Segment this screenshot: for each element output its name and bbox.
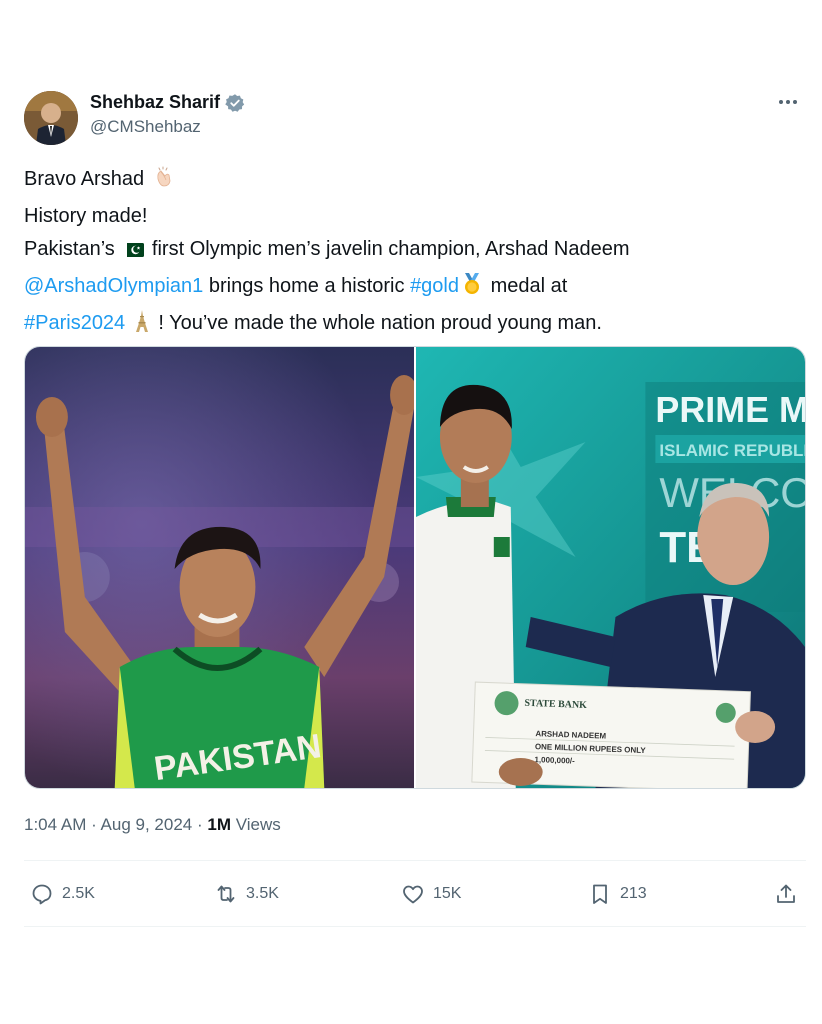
views-label: Views	[230, 815, 281, 834]
pakistan-flag-icon	[122, 237, 145, 270]
eiffel-tower-icon	[133, 309, 151, 344]
tweet-line-4: @ArshadOlympian1 brings home a historic …	[24, 270, 806, 307]
separator: ·	[86, 815, 101, 834]
heart-icon	[403, 885, 423, 904]
verified-badge-icon	[225, 93, 245, 113]
cheque-bank: STATE BANK	[524, 698, 587, 711]
author-names: Shehbaz Sharif @CMShehbaz	[90, 92, 245, 137]
tweet-time[interactable]: 1:04 AM	[24, 815, 86, 834]
share-button[interactable]	[774, 882, 798, 906]
repost-button[interactable]: 3.5K	[214, 882, 279, 906]
tweet: Shehbaz Sharif @CMShehbaz Bravo Arshad H…	[24, 88, 806, 927]
divider	[24, 860, 806, 861]
gold-medal-icon	[461, 272, 483, 307]
more-options-button[interactable]	[772, 90, 804, 114]
tweet-date[interactable]: Aug 9, 2024	[101, 815, 193, 834]
tweet-line-3: Pakistan’s first Olympic men’s javelin c…	[24, 233, 806, 270]
tweet-text-segment: Bravo Arshad	[24, 168, 145, 190]
photo-cheque-presentation[interactable]: PRIME MI ISLAMIC REPUBLIC WELCO TEA	[416, 347, 805, 788]
reply-count: 2.5K	[62, 885, 95, 902]
banner-line-2: ISLAMIC REPUBLIC	[659, 441, 805, 460]
tweet-actions: 2.5K 3.5K 15K 213	[24, 864, 806, 924]
author-display-name[interactable]: Shehbaz Sharif	[90, 92, 220, 113]
repost-icon	[217, 885, 235, 903]
mention-link[interactable]: @ArshadOlympian1	[24, 275, 203, 297]
tweet-line-5: #Paris2024 ! You’ve made the whole natio…	[24, 307, 806, 344]
clapping-hands-icon	[152, 165, 176, 200]
views-count[interactable]: 1M	[207, 815, 231, 834]
tweet-line-1: Bravo Arshad	[24, 163, 806, 200]
banner-line-1: PRIME MI	[655, 389, 805, 430]
reply-icon	[32, 884, 52, 905]
bookmark-button[interactable]: 213	[588, 882, 647, 906]
bookmark-count: 213	[620, 885, 647, 902]
author-handle[interactable]: @CMShehbaz	[90, 117, 245, 137]
tweet-timestamp-row: 1:04 AM · Aug 9, 2024 · 1M Views	[24, 815, 281, 835]
photo-athlete-celebrating[interactable]: PAKISTAN	[25, 347, 414, 788]
divider	[24, 926, 806, 927]
share-icon	[777, 884, 795, 903]
tweet-header: Shehbaz Sharif @CMShehbaz	[24, 88, 806, 148]
repost-count: 3.5K	[246, 885, 279, 902]
bookmark-icon	[593, 884, 607, 904]
cheque-amount: 1,000,000/-	[534, 755, 575, 765]
more-dot-icon	[793, 100, 797, 104]
avatar[interactable]	[24, 91, 78, 145]
tweet-media: PAKISTAN PRIME MI ISLAMIC REPUBLIC WE	[24, 346, 806, 789]
tweet-text-segment: medal at	[490, 275, 568, 297]
separator: ·	[192, 815, 208, 834]
tweet-text: Bravo Arshad History made! Pakistan’s fi…	[24, 163, 806, 344]
more-dot-icon	[779, 100, 783, 104]
reply-button[interactable]: 2.5K	[30, 882, 95, 906]
like-count: 15K	[433, 885, 462, 902]
tweet-text-segment: brings home a historic	[208, 275, 405, 297]
hashtag-paris-link[interactable]: #Paris2024	[24, 312, 125, 334]
like-button[interactable]: 15K	[401, 882, 461, 906]
tweet-text-segment: ! You’ve made the whole nation proud you…	[158, 312, 602, 334]
more-dot-icon	[786, 100, 790, 104]
tweet-line-2: History made!	[24, 205, 148, 227]
tweet-text-segment: Pakistan’s	[24, 238, 115, 260]
hashtag-gold-link[interactable]: #gold	[410, 275, 459, 297]
tweet-text-segment: first Olympic men’s javelin champion, Ar…	[151, 238, 630, 260]
